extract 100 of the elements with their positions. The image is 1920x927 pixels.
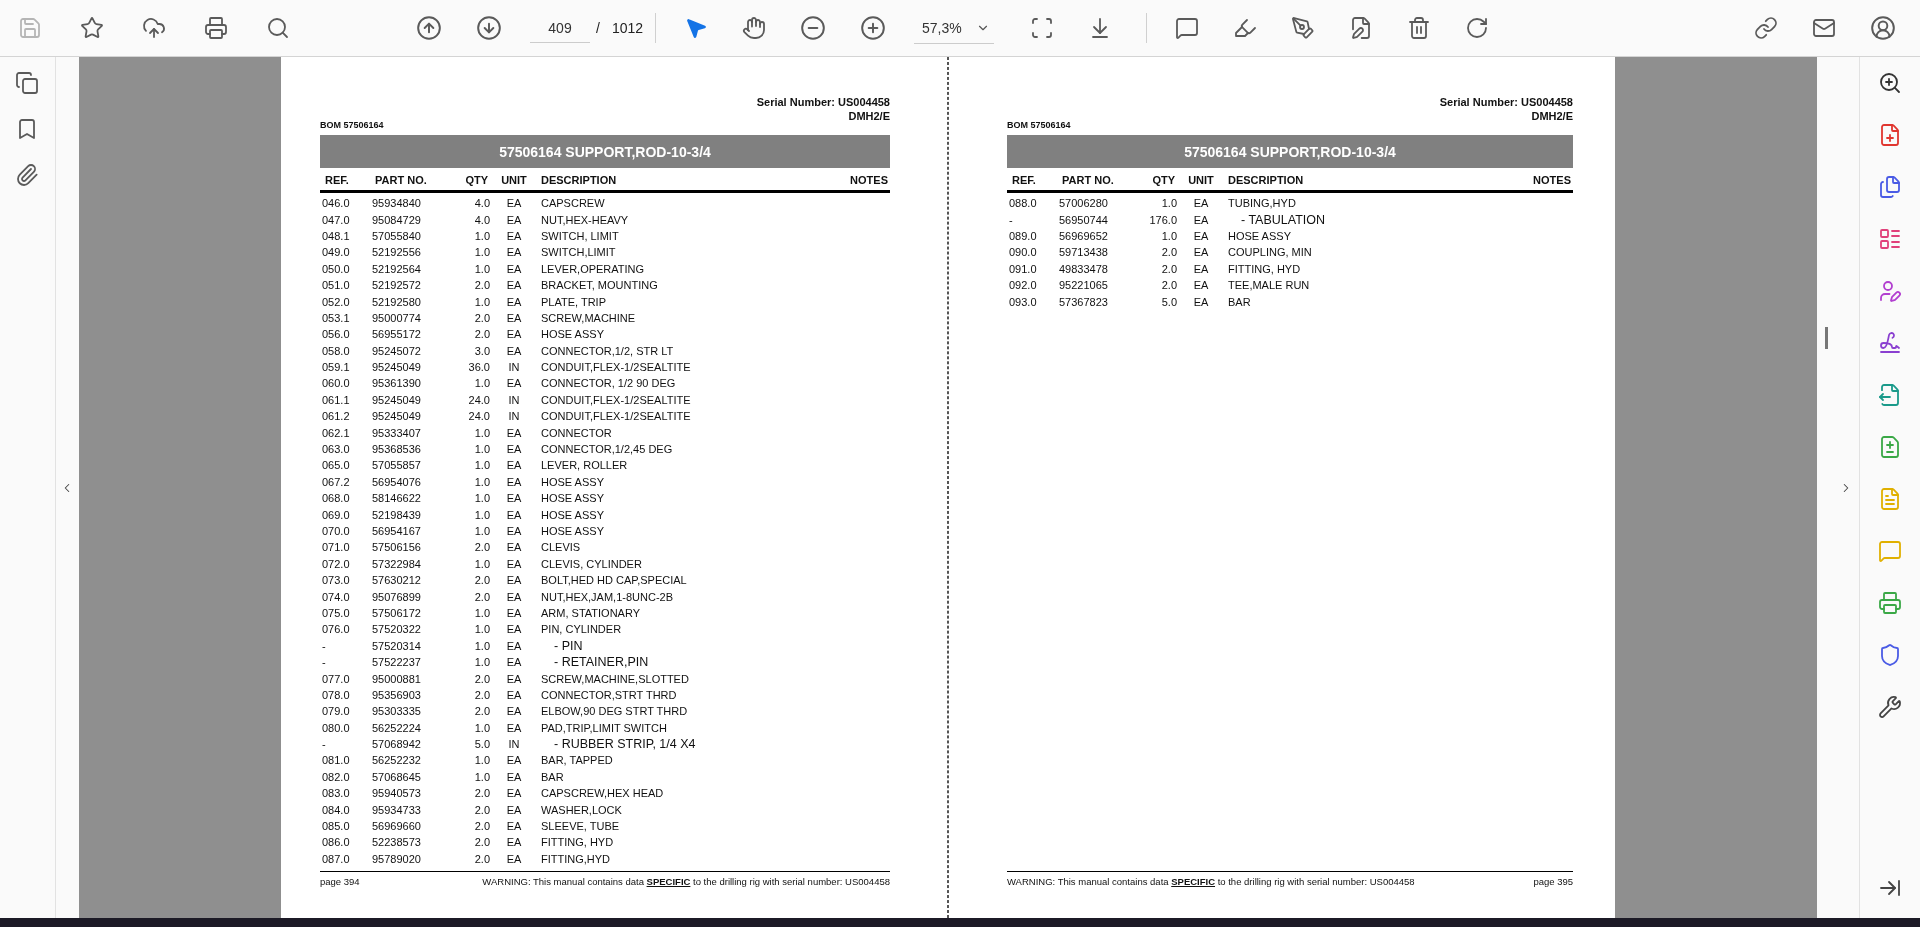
page-number: page 394 <box>320 875 360 887</box>
part-number-cell-text: 95368536 <box>372 443 422 456</box>
qty-cell-text: 4.0 <box>473 213 490 226</box>
description-cell-text: SCREW,MACHINE <box>540 311 637 324</box>
mail-icon[interactable] <box>1812 16 1836 40</box>
description-cell-text: LEVER,OPERATING <box>540 262 646 275</box>
ref-cell-text: 085.0 <box>322 820 351 833</box>
user-icon[interactable] <box>1870 15 1896 41</box>
ref-cell-text: 053.1 <box>322 311 351 324</box>
unit-cell-text: EA <box>505 311 523 324</box>
unit-cell-text: EA <box>505 787 523 800</box>
part-number-cell-text: 95076899 <box>372 590 422 603</box>
description-cell-text: SCREW,MACHINE,SLOTTED <box>540 672 690 685</box>
column-header: QTY <box>464 174 489 186</box>
ref-cell-text: 060.0 <box>322 377 351 390</box>
ref-cell-text: 088.0 <box>1009 197 1038 210</box>
description-cell-text: FITTING, HYD <box>1227 262 1302 275</box>
zoom-in-icon[interactable] <box>860 15 887 41</box>
pointer-icon[interactable] <box>684 16 709 40</box>
ref-cell-text: 072.0 <box>322 557 351 570</box>
unit-cell-text: EA <box>505 656 523 669</box>
create-pdf-icon[interactable] <box>1878 123 1902 147</box>
part-number-cell-text: 57520322 <box>372 623 422 636</box>
description-cell-text: SWITCH,LIMIT <box>540 246 617 259</box>
qty-cell-text: 2.0 <box>473 787 490 800</box>
description-cell-text: LEVER, ROLLER <box>540 459 629 472</box>
export-icon[interactable] <box>1878 383 1902 407</box>
zoom-icon[interactable] <box>1878 71 1902 95</box>
unit-cell-text: EA <box>505 213 523 226</box>
pen-icon[interactable] <box>1290 16 1315 40</box>
ref-cell-text: - <box>322 656 327 669</box>
qty-cell-text: 2.0 <box>1160 246 1177 259</box>
request-signature-icon[interactable] <box>1878 279 1902 303</box>
zoom-dropdown[interactable]: 57,3% <box>914 12 994 44</box>
cloud-upload-icon[interactable] <box>142 16 166 40</box>
qty-cell-text: 2.0 <box>1160 279 1177 292</box>
ref-cell-text: 089.0 <box>1009 229 1038 242</box>
next-page-icon[interactable] <box>476 15 502 41</box>
part-number-cell-text: 95084729 <box>372 213 422 226</box>
zoom-out-icon[interactable] <box>800 15 827 41</box>
unit-cell-text: EA <box>505 229 523 242</box>
unit-cell-text: EA <box>505 639 523 652</box>
unit-cell-text: EA <box>505 820 523 833</box>
ref-cell-text: 061.1 <box>322 393 351 406</box>
ref-cell-text: - <box>322 738 327 751</box>
qty-cell-text: 2.0 <box>473 688 490 701</box>
highlighter-icon[interactable] <box>1232 16 1257 40</box>
scroll-handle[interactable] <box>1825 327 1829 349</box>
link-icon[interactable] <box>1754 16 1778 40</box>
part-number-cell-text: 56955172 <box>372 328 422 341</box>
part-number-cell-text: 59713438 <box>1059 246 1109 259</box>
qty-cell-text: 1.0 <box>473 770 490 783</box>
ref-cell-text: 069.0 <box>322 508 351 521</box>
description-cell-text: NUT,HEX-HEAVY <box>540 213 630 226</box>
column-header: REF. <box>1011 174 1037 186</box>
description-cell-text: CLEVIS, CYLINDER <box>540 557 643 570</box>
unit-cell-text: EA <box>505 590 523 603</box>
qty-cell-text: 1.0 <box>473 492 490 505</box>
combine-files-icon[interactable] <box>1878 175 1902 199</box>
unit-cell-text: EA <box>1192 213 1210 226</box>
organize-pages-icon[interactable] <box>1878 227 1902 251</box>
delete-icon[interactable] <box>1406 16 1431 40</box>
ref-cell-text: 083.0 <box>322 787 351 800</box>
qty-cell-text: 2.0 <box>473 820 490 833</box>
unit-cell-text: EA <box>505 688 523 701</box>
description-cell-text: BOLT,HED HD CAP,SPECIAL <box>540 574 688 587</box>
part-number-cell-text: 56954076 <box>372 475 422 488</box>
description-cell-text: CONNECTOR <box>540 426 613 439</box>
part-number-cell-text: 56969660 <box>372 820 422 833</box>
ref-cell-text: 063.0 <box>322 443 351 456</box>
paperclip-icon[interactable] <box>15 163 40 187</box>
compare-icon[interactable] <box>1878 435 1902 459</box>
comment-icon[interactable] <box>1174 16 1199 40</box>
ref-cell-text: 056.0 <box>322 328 351 341</box>
protect-icon[interactable] <box>1878 643 1902 667</box>
page-number-field[interactable]: 409 <box>530 13 590 43</box>
fit-page-icon[interactable] <box>1029 16 1054 40</box>
ref-cell-text: 086.0 <box>322 836 351 849</box>
rotate-icon[interactable] <box>1464 16 1489 40</box>
ref-cell-text: 068.0 <box>322 492 351 505</box>
part-number-cell-text: 95221065 <box>1059 279 1109 292</box>
ref-cell-text: 071.0 <box>322 541 351 554</box>
search-icon[interactable] <box>266 16 290 40</box>
tools-icon[interactable] <box>1878 695 1902 719</box>
previous-page-icon[interactable] <box>416 15 442 41</box>
ref-cell-text: - <box>1009 213 1014 226</box>
description-cell-text: CONNECTOR, 1/2 90 DEG <box>540 377 677 390</box>
sign-icon[interactable] <box>1878 331 1902 355</box>
pages-icon[interactable] <box>15 71 40 95</box>
unit-cell-text: EA <box>1192 197 1210 210</box>
description-cell-text: BAR <box>1227 295 1252 308</box>
unit-cell-text: EA <box>505 803 523 816</box>
qty-cell-text: 4.0 <box>473 197 490 210</box>
star-icon[interactable] <box>80 16 104 40</box>
hand-icon[interactable] <box>742 16 767 40</box>
unit-cell-text: EA <box>1192 262 1210 275</box>
print-production-icon[interactable] <box>1878 591 1902 615</box>
page-total: 1012 <box>611 20 644 36</box>
print-icon[interactable] <box>204 16 228 40</box>
unit-cell-text: EA <box>505 721 523 734</box>
